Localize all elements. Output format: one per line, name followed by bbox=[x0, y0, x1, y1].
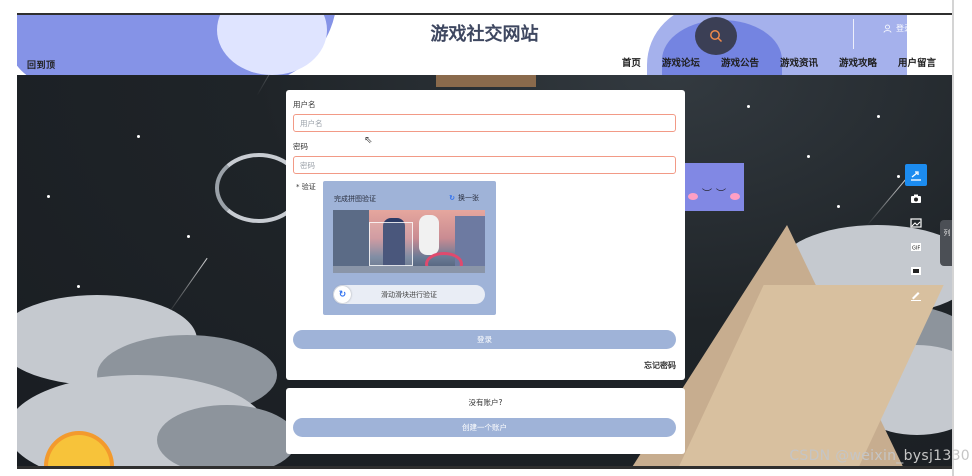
register-card: 没有账户? 创建一个账户 bbox=[286, 388, 685, 454]
login-link[interactable]: 登录 bbox=[896, 23, 912, 34]
register-link[interactable]: 注册 bbox=[916, 23, 932, 34]
no-account-text: 没有账户? bbox=[468, 398, 503, 407]
star bbox=[77, 285, 80, 288]
share-button[interactable] bbox=[905, 164, 927, 186]
lantern-decoration bbox=[436, 75, 536, 87]
main-nav: 首页 游戏论坛 游戏公告 游戏资讯 游戏攻略 用户留言 bbox=[601, 55, 936, 69]
pen-button[interactable] bbox=[905, 284, 927, 306]
nav-item-home[interactable]: 首页 bbox=[622, 55, 641, 69]
site-header: 游戏社交网站 登录 注册 回到顶 首页 游戏论坛 游戏公告 游戏资讯 游戏攻略 … bbox=[17, 15, 952, 75]
image-icon bbox=[910, 218, 922, 228]
cloud bbox=[157, 405, 297, 466]
user-links: 登录 注册 bbox=[883, 23, 932, 34]
star bbox=[837, 205, 840, 208]
gif-icon: GIF bbox=[911, 243, 921, 252]
shooting-star bbox=[166, 257, 208, 316]
header-divider bbox=[853, 19, 854, 49]
star bbox=[807, 155, 810, 158]
verify-label: * 验证 bbox=[296, 183, 316, 191]
camera-button[interactable] bbox=[905, 188, 927, 210]
mouse-cursor-icon: ⇖ bbox=[364, 135, 373, 146]
captcha-image bbox=[333, 210, 485, 273]
right-border bbox=[952, 0, 954, 476]
username-input[interactable] bbox=[293, 114, 676, 132]
captcha-slider-text: 滑动滑块进行验证 bbox=[381, 291, 437, 299]
password-label: 密码 bbox=[293, 142, 308, 151]
login-card: 用户名 ⇖ 密码 * 验证 完成拼图验证 ↻换一张 滑动滑块进行验证 ↻ bbox=[286, 90, 685, 380]
image-button[interactable] bbox=[905, 212, 927, 234]
screenshot-toolbar: GIF bbox=[905, 164, 931, 308]
refresh-icon: ↻ bbox=[338, 289, 347, 300]
nav-item-news[interactable]: 游戏资讯 bbox=[780, 55, 818, 69]
user-icon bbox=[883, 24, 892, 33]
back-to-top-link[interactable]: 回到顶 bbox=[27, 58, 56, 71]
login-button[interactable]: 登录 bbox=[293, 330, 676, 349]
pen-icon bbox=[911, 292, 921, 301]
cute-cube-character: ︶︶ bbox=[684, 163, 744, 211]
captcha-refresh-label: 换一张 bbox=[458, 194, 479, 202]
star bbox=[747, 105, 750, 108]
film-button[interactable] bbox=[905, 260, 927, 282]
star bbox=[187, 235, 190, 238]
star bbox=[137, 135, 140, 138]
username-label: 用户名 bbox=[293, 100, 316, 109]
nav-item-forum[interactable]: 游戏论坛 bbox=[662, 55, 700, 69]
site-title: 游戏社交网站 bbox=[430, 24, 539, 45]
search-button[interactable] bbox=[695, 17, 737, 55]
nav-item-guides[interactable]: 游戏攻略 bbox=[839, 55, 877, 69]
refresh-icon: ↻ bbox=[449, 194, 455, 202]
captcha-title: 完成拼图验证 bbox=[334, 195, 376, 203]
page-root: 游戏社交网站 登录 注册 回到顶 首页 游戏论坛 游戏公告 游戏资讯 游戏攻略 … bbox=[0, 0, 972, 476]
svg-text:GIF: GIF bbox=[912, 246, 920, 252]
captcha-refresh-button[interactable]: ↻ 换一张 bbox=[449, 193, 479, 203]
star bbox=[897, 175, 900, 178]
search-icon bbox=[710, 30, 723, 43]
puzzle-captcha: 完成拼图验证 ↻ 换一张 滑动滑块进行验证 ↻ bbox=[323, 181, 496, 315]
bottom-border bbox=[17, 466, 952, 469]
nav-item-messages[interactable]: 用户留言 bbox=[898, 55, 936, 69]
nav-item-announcements[interactable]: 游戏公告 bbox=[721, 55, 759, 69]
shooting-star bbox=[866, 179, 906, 226]
star bbox=[877, 115, 880, 118]
captcha-slider-track[interactable]: 滑动滑块进行验证 ↻ bbox=[333, 285, 485, 304]
star bbox=[47, 195, 50, 198]
captcha-puzzle-piece bbox=[369, 222, 413, 266]
camera-icon bbox=[911, 194, 921, 203]
password-input[interactable] bbox=[293, 156, 676, 174]
share-icon bbox=[911, 171, 921, 181]
captcha-slider-handle[interactable]: ↻ bbox=[334, 286, 351, 303]
gif-button[interactable]: GIF bbox=[905, 236, 927, 258]
film-icon bbox=[911, 267, 921, 275]
watermark: CSDN @weixin_bysj1330 bbox=[789, 448, 970, 464]
create-account-button[interactable]: 创建一个账户 bbox=[293, 418, 676, 437]
forgot-password-link[interactable]: 忘记密码 bbox=[644, 360, 676, 371]
